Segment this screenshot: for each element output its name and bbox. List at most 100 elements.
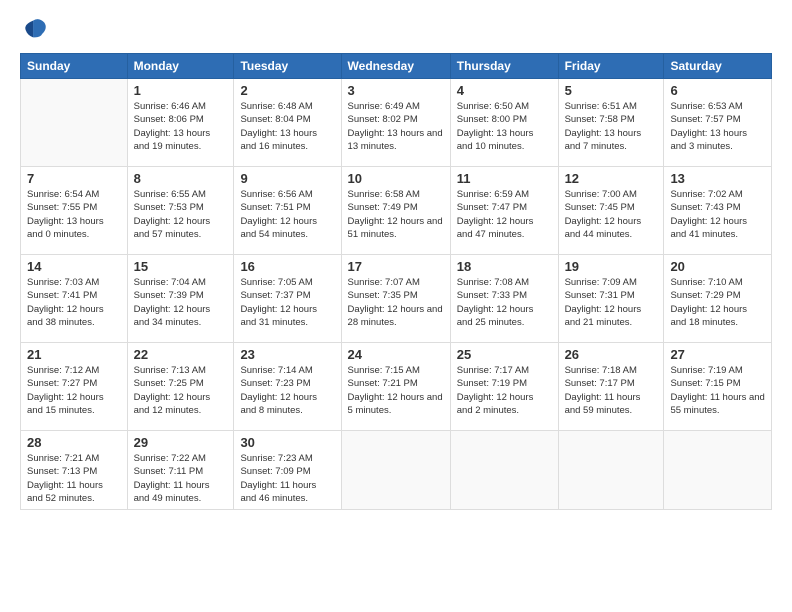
day-info: Sunrise: 6:56 AM Sunset: 7:51 PM Dayligh… [240,188,334,241]
day-cell: 11Sunrise: 6:59 AM Sunset: 7:47 PM Dayli… [450,167,558,255]
day-cell: 2Sunrise: 6:48 AM Sunset: 8:04 PM Daylig… [234,79,341,167]
day-info: Sunrise: 7:03 AM Sunset: 7:41 PM Dayligh… [27,276,121,329]
calendar-table: SundayMondayTuesdayWednesdayThursdayFrid… [20,53,772,510]
week-row-2: 14 Sunrise: 7:03 AM Sunset: 7:41 PM Dayli… [21,255,772,343]
logo [20,15,52,43]
day-cell: 29Sunrise: 7:22 AM Sunset: 7:11 PM Dayli… [127,431,234,510]
day-cell [664,431,772,510]
day-info: Sunrise: 6:48 AM Sunset: 8:04 PM Dayligh… [240,100,334,153]
day-cell: 26Sunrise: 7:18 AM Sunset: 7:17 PM Dayli… [558,343,664,431]
day-number: 30 [240,435,334,450]
day-cell: 10 Sunrise: 6:58 AM Sunset: 7:49 PM Dayli… [341,167,450,255]
day-number: 10 [348,171,444,186]
day-info: Sunrise: 7:00 AM Sunset: 7:45 PM Dayligh… [565,188,658,241]
day-info: Sunrise: 7:23 AM Sunset: 7:09 PM Dayligh… [240,452,334,505]
day-info: Sunrise: 7:19 AM Sunset: 7:15 PM Dayligh… [670,364,765,417]
day-number: 18 [457,259,552,274]
day-info: Sunrise: 6:58 AM Sunset: 7:49 PM Dayligh… [348,188,444,241]
day-info: Sunrise: 6:51 AM Sunset: 7:58 PM Dayligh… [565,100,658,153]
day-cell: 8 Sunrise: 6:55 AM Sunset: 7:53 PM Daylig… [127,167,234,255]
day-info: Sunrise: 7:14 AM Sunset: 7:23 PM Dayligh… [240,364,334,417]
day-cell [558,431,664,510]
weekday-header-monday: Monday [127,54,234,79]
weekday-header-friday: Friday [558,54,664,79]
day-number: 4 [457,83,552,98]
day-cell: 18Sunrise: 7:08 AM Sunset: 7:33 PM Dayli… [450,255,558,343]
weekday-header-row: SundayMondayTuesdayWednesdayThursdayFrid… [21,54,772,79]
day-number: 25 [457,347,552,362]
day-number: 3 [348,83,444,98]
day-number: 7 [27,171,121,186]
day-cell: 12 Sunrise: 7:00 AM Sunset: 7:45 PM Dayli… [558,167,664,255]
day-cell: 27 Sunrise: 7:19 AM Sunset: 7:15 PM Dayli… [664,343,772,431]
day-number: 20 [670,259,765,274]
day-number: 9 [240,171,334,186]
week-row-0: 1Sunrise: 6:46 AM Sunset: 8:06 PM Daylig… [21,79,772,167]
day-number: 13 [670,171,765,186]
day-info: Sunrise: 7:18 AM Sunset: 7:17 PM Dayligh… [565,364,658,417]
weekday-header-tuesday: Tuesday [234,54,341,79]
day-number: 8 [134,171,228,186]
day-cell: 20 Sunrise: 7:10 AM Sunset: 7:29 PM Dayli… [664,255,772,343]
day-info: Sunrise: 7:04 AM Sunset: 7:39 PM Dayligh… [134,276,228,329]
weekday-header-saturday: Saturday [664,54,772,79]
day-cell: 16Sunrise: 7:05 AM Sunset: 7:37 PM Dayli… [234,255,341,343]
day-info: Sunrise: 6:46 AM Sunset: 8:06 PM Dayligh… [134,100,228,153]
day-cell: 14 Sunrise: 7:03 AM Sunset: 7:41 PM Dayli… [21,255,128,343]
day-cell: 21 Sunrise: 7:12 AM Sunset: 7:27 PM Dayli… [21,343,128,431]
day-number: 11 [457,171,552,186]
day-number: 5 [565,83,658,98]
day-info: Sunrise: 6:50 AM Sunset: 8:00 PM Dayligh… [457,100,552,153]
day-info: Sunrise: 7:13 AM Sunset: 7:25 PM Dayligh… [134,364,228,417]
day-number: 16 [240,259,334,274]
day-info: Sunrise: 6:55 AM Sunset: 7:53 PM Dayligh… [134,188,228,241]
week-row-3: 21 Sunrise: 7:12 AM Sunset: 7:27 PM Dayli… [21,343,772,431]
day-cell: 22 Sunrise: 7:13 AM Sunset: 7:25 PM Dayli… [127,343,234,431]
day-cell: 23 Sunrise: 7:14 AM Sunset: 7:23 PM Dayli… [234,343,341,431]
day-cell: 17 Sunrise: 7:07 AM Sunset: 7:35 PM Dayli… [341,255,450,343]
day-cell: 19 Sunrise: 7:09 AM Sunset: 7:31 PM Dayli… [558,255,664,343]
day-info: Sunrise: 7:12 AM Sunset: 7:27 PM Dayligh… [27,364,121,417]
day-number: 17 [348,259,444,274]
day-number: 28 [27,435,121,450]
day-cell: 28 Sunrise: 7:21 AM Sunset: 7:13 PM Dayli… [21,431,128,510]
day-info: Sunrise: 7:21 AM Sunset: 7:13 PM Dayligh… [27,452,121,505]
day-cell [341,431,450,510]
day-info: Sunrise: 6:54 AM Sunset: 7:55 PM Dayligh… [27,188,121,241]
day-number: 21 [27,347,121,362]
day-cell: 24Sunrise: 7:15 AM Sunset: 7:21 PM Dayli… [341,343,450,431]
weekday-header-sunday: Sunday [21,54,128,79]
day-number: 29 [134,435,228,450]
day-cell: 5 Sunrise: 6:51 AM Sunset: 7:58 PM Daylig… [558,79,664,167]
day-number: 27 [670,347,765,362]
day-number: 23 [240,347,334,362]
day-cell: 15Sunrise: 7:04 AM Sunset: 7:39 PM Dayli… [127,255,234,343]
day-number: 14 [27,259,121,274]
day-cell: 9 Sunrise: 6:56 AM Sunset: 7:51 PM Daylig… [234,167,341,255]
logo-icon [20,15,48,43]
day-cell: 7 Sunrise: 6:54 AM Sunset: 7:55 PM Daylig… [21,167,128,255]
day-info: Sunrise: 7:17 AM Sunset: 7:19 PM Dayligh… [457,364,552,417]
page: SundayMondayTuesdayWednesdayThursdayFrid… [0,0,792,612]
day-info: Sunrise: 7:02 AM Sunset: 7:43 PM Dayligh… [670,188,765,241]
day-cell: 30 Sunrise: 7:23 AM Sunset: 7:09 PM Dayli… [234,431,341,510]
day-cell [21,79,128,167]
day-number: 19 [565,259,658,274]
week-row-4: 28 Sunrise: 7:21 AM Sunset: 7:13 PM Dayli… [21,431,772,510]
day-number: 6 [670,83,765,98]
day-info: Sunrise: 7:10 AM Sunset: 7:29 PM Dayligh… [670,276,765,329]
day-cell: 25 Sunrise: 7:17 AM Sunset: 7:19 PM Dayli… [450,343,558,431]
day-cell: 13 Sunrise: 7:02 AM Sunset: 7:43 PM Dayli… [664,167,772,255]
header [20,15,772,43]
day-number: 12 [565,171,658,186]
day-info: Sunrise: 7:07 AM Sunset: 7:35 PM Dayligh… [348,276,444,329]
day-info: Sunrise: 6:53 AM Sunset: 7:57 PM Dayligh… [670,100,765,153]
day-info: Sunrise: 7:09 AM Sunset: 7:31 PM Dayligh… [565,276,658,329]
day-cell: 6 Sunrise: 6:53 AM Sunset: 7:57 PM Daylig… [664,79,772,167]
day-number: 22 [134,347,228,362]
weekday-header-thursday: Thursday [450,54,558,79]
week-row-1: 7 Sunrise: 6:54 AM Sunset: 7:55 PM Daylig… [21,167,772,255]
day-info: Sunrise: 7:15 AM Sunset: 7:21 PM Dayligh… [348,364,444,417]
day-cell: 4 Sunrise: 6:50 AM Sunset: 8:00 PM Daylig… [450,79,558,167]
day-info: Sunrise: 6:49 AM Sunset: 8:02 PM Dayligh… [348,100,444,153]
